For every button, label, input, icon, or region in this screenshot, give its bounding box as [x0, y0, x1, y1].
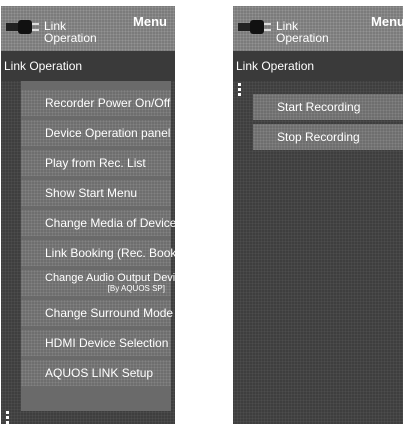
left-menu-panel: Link Operation Menu Link Operation Recor…: [1, 6, 175, 424]
header-title: Link Operation: [276, 19, 329, 45]
scroll-indicator-icon: [6, 411, 9, 424]
menu-item-play-from-rec-list[interactable]: Play from Rec. List: [21, 150, 171, 176]
plug-icon: [6, 20, 39, 34]
menu-header: Link Operation Menu: [233, 6, 403, 51]
menu-item-start-recording[interactable]: Start Recording: [253, 94, 403, 120]
scroll-indicator-icon: [238, 83, 241, 97]
menu-item-stop-recording[interactable]: Stop Recording: [253, 124, 403, 150]
header-title: Link Operation: [44, 19, 97, 45]
menu-header: Link Operation Menu: [1, 6, 175, 51]
menu-item-change-audio-output[interactable]: Change Audio Output Device [By AQUOS SP]: [21, 270, 175, 296]
menu-label: Menu: [371, 14, 403, 29]
right-menu-panel: Link Operation Menu Link Operation Start…: [233, 6, 403, 424]
menu-item-change-media[interactable]: Change Media of Device: [21, 210, 175, 236]
menu-item-device-operation-panel[interactable]: Device Operation panel: [21, 120, 171, 146]
menu-item-show-start-menu[interactable]: Show Start Menu: [21, 180, 171, 206]
menu-item-note: [By AQUOS SP]: [107, 284, 165, 293]
plug-icon: [238, 20, 271, 34]
menu-label: Menu: [133, 14, 167, 29]
panel-subtitle: Link Operation: [1, 51, 175, 81]
menu-item-label: Change Audio Output Device: [45, 272, 175, 284]
panel-subtitle: Link Operation: [233, 51, 403, 81]
menu-item-hdmi-device-selection[interactable]: HDMI Device Selection: [21, 330, 171, 356]
menu-item-link-booking[interactable]: Link Booking (Rec. Book): [21, 240, 175, 266]
menu-item-recorder-power[interactable]: Recorder Power On/Off: [21, 90, 171, 116]
menu-item-aquos-link-setup[interactable]: AQUOS LINK Setup: [21, 360, 171, 386]
menu-item-change-surround-mode[interactable]: Change Surround Mode: [21, 300, 173, 326]
